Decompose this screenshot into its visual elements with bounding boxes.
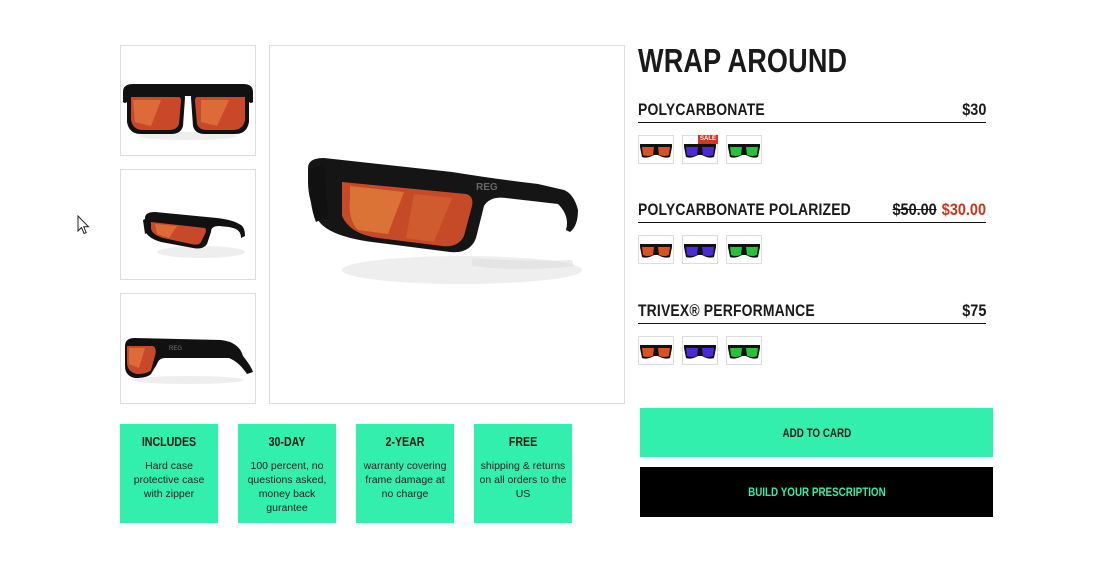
lens-purple-icon [684, 344, 716, 359]
lens-orange-icon [640, 143, 672, 158]
option-price: $30 [961, 100, 986, 119]
option-price: $50.00 $30.00 [893, 200, 987, 220]
option-polycarbonate: POLYCARBONATE $30 SALE [638, 99, 986, 165]
option-polycarbonate-polarized: POLYCARBONATE POLARIZED $50.00 $30.00 [638, 199, 986, 265]
feature-2-year: 2-YEAR warranty covering frame damage at… [356, 424, 454, 523]
sunglasses-front-view-icon [123, 83, 253, 140]
logo-text: REG [169, 346, 182, 352]
lens-green-icon [728, 143, 760, 158]
lens-green-icon [728, 344, 760, 359]
feature-free-shipping: FREE shipping & returns on all orders to… [474, 424, 572, 523]
sale-badge: SALE [697, 135, 718, 144]
option-price: $75 [961, 301, 986, 320]
swatch-purple-mirror[interactable] [682, 235, 718, 264]
sale-price: $30.00 [941, 200, 986, 219]
lens-swatches [638, 235, 986, 265]
feature-text: warranty covering frame damage at no cha… [363, 460, 447, 500]
option-name: POLYCARBONATE POLARIZED [638, 200, 851, 219]
lens-purple-icon [684, 243, 716, 258]
swatch-purple-mirror[interactable] [682, 336, 718, 365]
sunglasses-angled-view-icon [143, 211, 245, 258]
option-header: POLYCARBONATE POLARIZED $50.00 $30.00 [638, 199, 986, 223]
swatch-green-mirror[interactable] [726, 336, 762, 365]
feature-includes: INCLUDES Hard case protective case with … [120, 424, 218, 523]
lens-swatches [638, 336, 986, 366]
swatch-orange-mirror[interactable] [638, 135, 674, 164]
feature-title: FREE [508, 435, 538, 449]
sunglasses-angled-view-icon: REG [308, 157, 582, 284]
sunglasses-side-view-icon: REG [125, 337, 253, 384]
lens-swatches: SALE [638, 135, 986, 165]
add-to-cart-label: ADD TO CARD [782, 425, 851, 440]
product-title: WRAP AROUND [638, 42, 848, 79]
option-header: POLYCARBONATE $30 [638, 99, 986, 123]
feature-title: 2-YEAR [385, 435, 425, 449]
lens-orange-icon [640, 344, 672, 359]
swatch-orange-mirror[interactable] [638, 235, 674, 264]
old-price: $50.00 [892, 200, 937, 219]
feature-text: 100 percent, no questions asked, money b… [247, 460, 327, 514]
option-name: TRIVEX® PERFORMANCE [638, 301, 815, 320]
build-prescription-label: BUILD YOUR PRESCRIPTION [747, 485, 886, 499]
lens-green-icon [728, 243, 760, 258]
swatch-green-mirror[interactable] [726, 235, 762, 264]
swatch-purple-mirror[interactable]: SALE [682, 135, 718, 164]
feature-text: shipping & returns on all orders to the … [479, 460, 567, 500]
logo-text: REG [476, 182, 498, 193]
lens-orange-icon [640, 243, 672, 258]
option-name: POLYCARBONATE [638, 100, 765, 119]
feature-title: 30-DAY [268, 435, 306, 449]
main-product-image[interactable]: REG [269, 45, 625, 404]
feature-title: INCLUDES [141, 435, 197, 449]
swatch-green-mirror[interactable] [726, 135, 762, 164]
option-trivex-performance: TRIVEX® PERFORMANCE $75 [638, 300, 986, 366]
feature-text: Hard case protective case with zipper [133, 460, 205, 500]
swatch-orange-mirror[interactable] [638, 336, 674, 365]
thumbnail-angled-view[interactable] [120, 169, 256, 280]
mouse-cursor-icon [77, 215, 90, 235]
add-to-cart-button[interactable]: ADD TO CARD [640, 408, 993, 457]
thumbnail-side-view[interactable]: REG [120, 293, 256, 404]
option-header: TRIVEX® PERFORMANCE $75 [638, 300, 986, 324]
thumbnail-front-view[interactable] [120, 45, 256, 156]
feature-30-day: 30-DAY 100 percent, no questions asked, … [238, 424, 336, 523]
build-prescription-button[interactable]: BUILD YOUR PRESCRIPTION [640, 467, 993, 517]
